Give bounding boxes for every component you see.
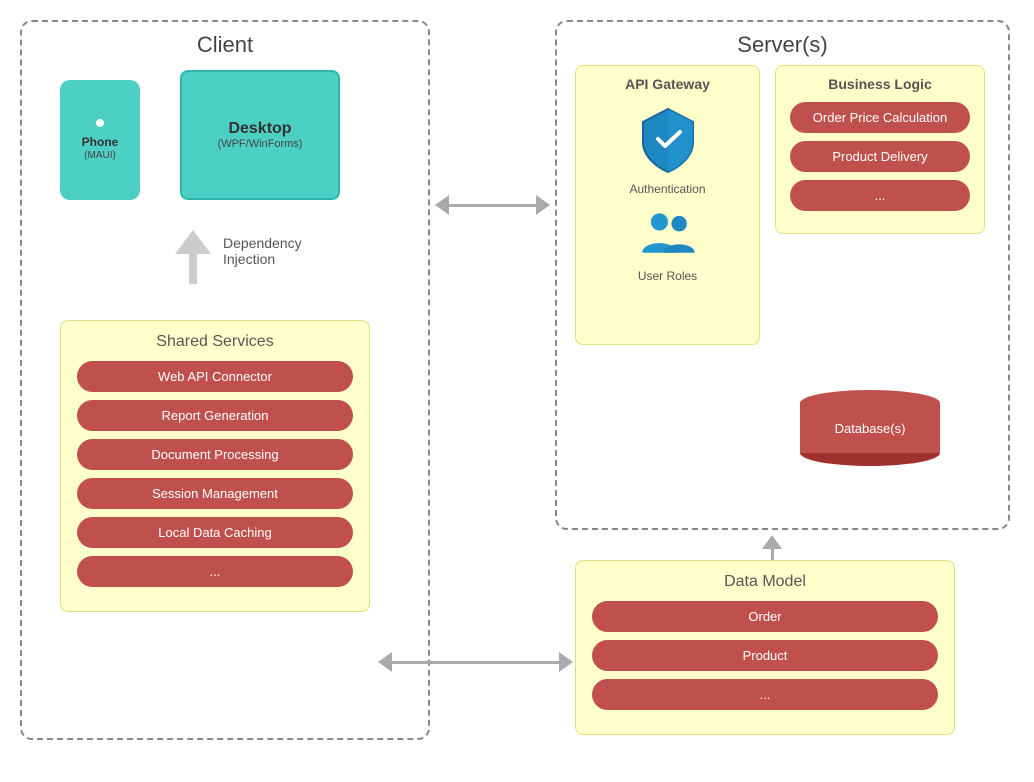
data-model-box: Data Model Order Product ...	[575, 560, 955, 735]
db-label: Database(s)	[835, 421, 906, 436]
service-web-api: Web API Connector	[77, 361, 353, 392]
diagram-container: Client Server(s) Phone (MAUI) Desktop (W…	[0, 0, 1034, 782]
business-logic-title: Business Logic	[790, 76, 970, 92]
arrow-head-right-2	[559, 652, 573, 672]
service-session: Session Management	[77, 478, 353, 509]
bl-product-delivery: Product Delivery	[790, 141, 970, 172]
arrow-head-left-2	[378, 652, 392, 672]
arrow-head-right	[536, 195, 550, 215]
phone-sublabel: (MAUI)	[84, 150, 116, 161]
bl-order-price: Order Price Calculation	[790, 102, 970, 133]
arrow-h-line	[449, 204, 536, 207]
shield-icon	[638, 104, 698, 174]
users-icon	[638, 206, 698, 261]
db-top	[800, 390, 940, 416]
desktop-sublabel: (WPF/WinForms)	[218, 138, 303, 150]
arrow-head-left	[435, 195, 449, 215]
api-gateway-title: API Gateway	[590, 76, 745, 92]
dm-more: ...	[592, 679, 938, 710]
phone-label: Phone	[82, 135, 119, 151]
shared-services-title: Shared Services	[77, 333, 353, 351]
arrow-h-line-2	[392, 661, 559, 664]
dep-arrow-up	[175, 230, 211, 254]
bl-more: ...	[790, 180, 970, 211]
shared-services-box: Shared Services Web API Connector Report…	[60, 320, 370, 612]
data-model-title: Data Model	[592, 573, 938, 591]
server-title: Server(s)	[557, 32, 1008, 58]
client-title: Client	[22, 32, 428, 58]
db-cylinder: Database(s)	[800, 390, 940, 466]
api-gateway-box: API Gateway Authentication User Roles	[575, 65, 760, 345]
client-server-arrow	[435, 195, 550, 215]
service-document: Document Processing	[77, 439, 353, 470]
authentication-label: Authentication	[590, 182, 745, 196]
phone-dot	[96, 119, 104, 127]
service-more: ...	[77, 556, 353, 587]
service-report: Report Generation	[77, 400, 353, 431]
dm-product: Product	[592, 640, 938, 671]
desktop-label: Desktop	[228, 120, 291, 138]
dm-order: Order	[592, 601, 938, 632]
database-container: Database(s)	[800, 390, 940, 466]
dep-injection-arrow	[175, 230, 211, 284]
phone-device: Phone (MAUI)	[60, 80, 140, 200]
arrow-head-up	[762, 535, 782, 549]
client-datamodel-arrow	[378, 652, 573, 672]
dep-arrow-shaft	[189, 254, 197, 284]
dependency-injection-label: Dependency Injection	[223, 235, 302, 267]
user-roles-label: User Roles	[590, 269, 745, 283]
dependency-injection-group: Dependency Injection	[175, 230, 302, 284]
desktop-device: Desktop (WPF/WinForms)	[180, 70, 340, 200]
service-caching: Local Data Caching	[77, 517, 353, 548]
business-logic-box: Business Logic Order Price Calculation P…	[775, 65, 985, 234]
